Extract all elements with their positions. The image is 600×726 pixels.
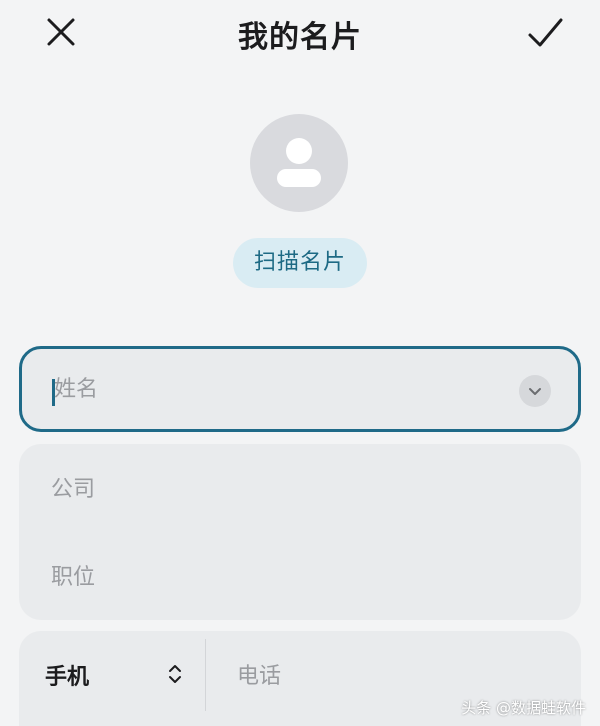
name-expand-button[interactable] bbox=[519, 375, 551, 407]
company-position-card bbox=[19, 444, 581, 620]
name-input[interactable] bbox=[54, 359, 494, 419]
name-field[interactable] bbox=[19, 346, 581, 432]
phone-input[interactable] bbox=[237, 651, 557, 701]
scan-card-button[interactable]: 扫描名片 bbox=[233, 238, 367, 288]
page-title: 我的名片 bbox=[238, 20, 362, 55]
chevron-down-icon bbox=[529, 388, 541, 395]
up-down-chevron-icon bbox=[169, 665, 181, 683]
watermark: 头条 @数据蛙软件 bbox=[461, 699, 586, 717]
phone-type-selector[interactable]: 手机 bbox=[19, 631, 205, 719]
avatar[interactable] bbox=[250, 114, 348, 212]
phone-type-label: 手机 bbox=[45, 665, 90, 690]
divider bbox=[205, 639, 206, 711]
header: 我的名片 bbox=[0, 0, 600, 70]
confirm-button[interactable] bbox=[526, 14, 564, 52]
company-input[interactable] bbox=[51, 464, 551, 514]
person-icon bbox=[277, 138, 321, 187]
position-input[interactable] bbox=[51, 552, 551, 602]
checkmark-icon bbox=[528, 18, 563, 47]
